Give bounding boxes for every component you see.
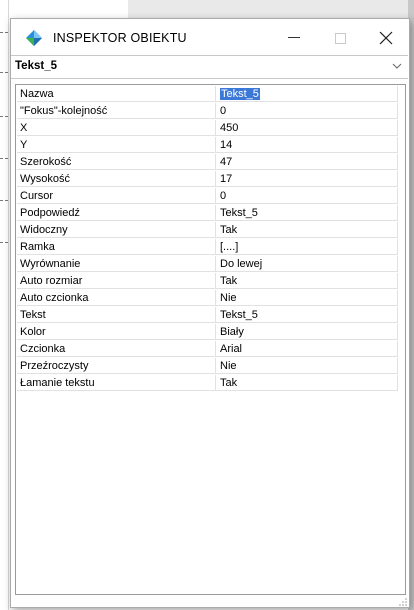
property-row[interactable]: Widoczny Tak bbox=[17, 222, 399, 239]
canvas-dash bbox=[0, 242, 8, 244]
property-value[interactable]: 0 bbox=[216, 103, 398, 119]
property-row[interactable]: Cursor 0 bbox=[17, 188, 399, 205]
close-icon bbox=[379, 31, 393, 45]
window-title: INSPEKTOR OBIEKTU bbox=[53, 31, 187, 45]
property-value[interactable]: Tak bbox=[216, 273, 398, 289]
property-row[interactable]: Szerokość 47 bbox=[17, 154, 399, 171]
property-value[interactable]: 17 bbox=[216, 171, 398, 187]
property-name: Czcionka bbox=[17, 341, 216, 357]
property-name: Nazwa bbox=[17, 86, 216, 102]
maximize-button[interactable] bbox=[317, 25, 363, 51]
property-value[interactable]: 14 bbox=[216, 137, 398, 153]
property-name: Cursor bbox=[17, 188, 216, 204]
maximize-icon bbox=[335, 33, 346, 44]
property-row[interactable]: Wyrównanie Do lewej bbox=[17, 256, 399, 273]
property-row[interactable]: Czcionka Arial bbox=[17, 341, 399, 358]
property-value[interactable]: 450 bbox=[216, 120, 398, 136]
canvas-dash bbox=[0, 116, 8, 118]
property-name: Wyrównanie bbox=[17, 256, 216, 272]
property-value[interactable]: Tekst_5 bbox=[216, 205, 398, 221]
property-name: Widoczny bbox=[17, 222, 216, 238]
property-name: Wysokość bbox=[17, 171, 216, 187]
canvas-dash bbox=[0, 200, 8, 202]
status-bar bbox=[11, 597, 409, 607]
property-row[interactable]: "Fokus"-kolejność 0 bbox=[17, 103, 399, 120]
property-row[interactable]: Auto rozmiar Tak bbox=[17, 273, 399, 290]
property-name: Ramka bbox=[17, 239, 216, 255]
property-row[interactable]: X 450 bbox=[17, 120, 399, 137]
chevron-down-icon bbox=[392, 63, 402, 69]
property-row[interactable]: Y 14 bbox=[17, 137, 399, 154]
property-name: Auto rozmiar bbox=[17, 273, 216, 289]
object-selector-dropdown[interactable]: Tekst_5 bbox=[11, 55, 408, 79]
property-row[interactable]: Ramka [....] bbox=[17, 239, 399, 256]
property-row[interactable]: Nazwa Tekst_5 bbox=[17, 86, 399, 103]
canvas-dash bbox=[0, 32, 8, 34]
property-row[interactable]: Podpowiedź Tekst_5 bbox=[17, 205, 399, 222]
property-name: Auto czcionka bbox=[17, 290, 216, 306]
property-list: Nazwa Tekst_5 "Fokus"-kolejność 0 X 450 Y 14 Sze… bbox=[17, 86, 399, 392]
property-name: "Fokus"-kolejność bbox=[17, 103, 216, 119]
property-value[interactable]: Do lewej bbox=[216, 256, 398, 272]
property-value[interactable]: Biały bbox=[216, 324, 398, 340]
canvas-dash bbox=[0, 72, 8, 74]
property-name: Szerokość bbox=[17, 154, 216, 170]
property-grid: Nazwa Tekst_5 "Fokus"-kolejność 0 X 450 Y 14 Sze… bbox=[15, 84, 406, 595]
property-value[interactable]: Nie bbox=[216, 290, 398, 306]
property-row[interactable]: Kolor Biały bbox=[17, 324, 399, 341]
property-row[interactable]: Tekst Tekst_5 bbox=[17, 307, 399, 324]
canvas-guide-line bbox=[8, 0, 9, 610]
property-name: Kolor bbox=[17, 324, 216, 340]
canvas-dash bbox=[0, 158, 8, 160]
property-row[interactable]: Przeźroczysty Nie bbox=[17, 358, 399, 375]
property-row[interactable]: Auto czcionka Nie bbox=[17, 290, 399, 307]
selected-value-text[interactable]: Tekst_5 bbox=[220, 88, 260, 100]
property-value[interactable]: Tekst_5 bbox=[216, 307, 398, 323]
property-name: Łamanie tekstu bbox=[17, 375, 216, 391]
property-name: X bbox=[17, 120, 216, 136]
property-value[interactable]: [....] bbox=[216, 239, 398, 255]
property-value[interactable]: Nie bbox=[216, 358, 398, 374]
property-value[interactable]: 0 bbox=[216, 188, 398, 204]
property-value[interactable]: Tak bbox=[216, 375, 398, 391]
minimize-icon bbox=[288, 37, 300, 38]
property-value[interactable]: Tekst_5 bbox=[216, 86, 398, 102]
selected-object-name: Tekst_5 bbox=[15, 60, 57, 72]
title-bar[interactable]: INSPEKTOR OBIEKTU bbox=[11, 19, 409, 55]
property-name: Podpowiedź bbox=[17, 205, 216, 221]
property-value[interactable]: 47 bbox=[216, 154, 398, 170]
property-name: Tekst bbox=[17, 307, 216, 323]
minimize-button[interactable] bbox=[271, 25, 317, 51]
property-row[interactable]: Wysokość 17 bbox=[17, 171, 399, 188]
property-row[interactable]: Łamanie tekstu Tak bbox=[17, 375, 399, 392]
object-inspector-window: INSPEKTOR OBIEKTU Tekst_5 Nazwa Tekst_5 "F… bbox=[10, 18, 410, 608]
property-value[interactable]: Tak bbox=[216, 222, 398, 238]
close-button[interactable] bbox=[363, 25, 409, 51]
property-value[interactable]: Arial bbox=[216, 341, 398, 357]
property-name: Przeźroczysty bbox=[17, 358, 216, 374]
resize-grip-icon[interactable] bbox=[399, 598, 407, 606]
property-name: Y bbox=[17, 137, 216, 153]
app-diamond-icon bbox=[26, 30, 42, 46]
